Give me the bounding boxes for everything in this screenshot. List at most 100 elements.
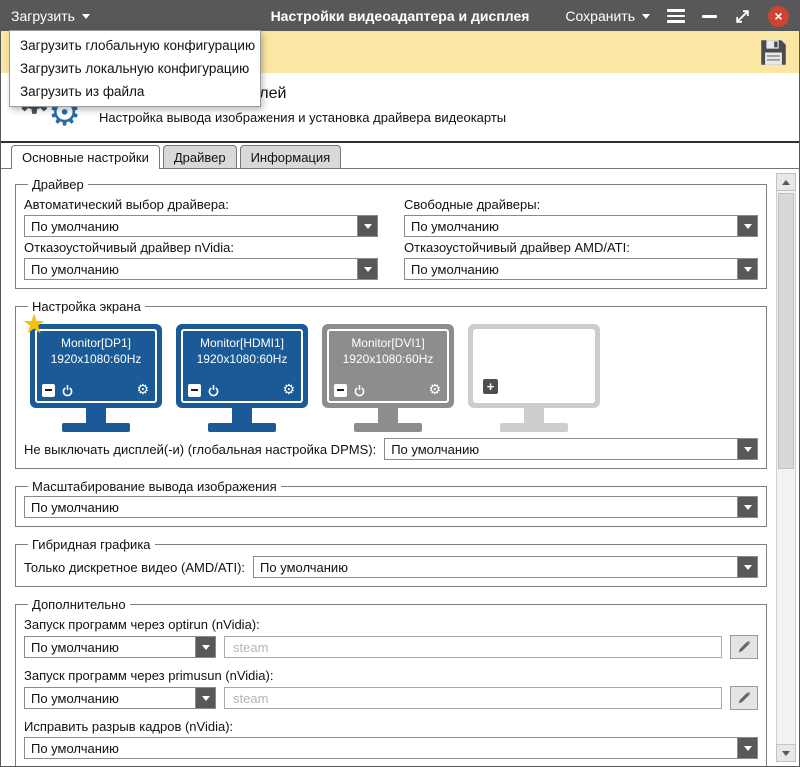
load-menu-button[interactable]: Загрузить	[11, 8, 90, 24]
menu-item-load-global-config[interactable]: Загрузить глобальную конфигурацию	[10, 34, 260, 57]
scaling-combobox[interactable]: По умолчанию	[24, 496, 758, 518]
optirun-programs-input[interactable]	[224, 636, 722, 658]
monitor-hdmi1[interactable]: Monitor[HDMI1] 1920x1080:60Hz ⚙	[176, 324, 308, 432]
optirun-combobox[interactable]: По умолчанию	[24, 636, 216, 658]
monitor-resolution: 1920x1080:60Hz	[37, 352, 155, 366]
extra-group-legend: Дополнительно	[28, 597, 130, 612]
free-drivers-label: Свободные драйверы:	[404, 197, 758, 212]
power-icon[interactable]	[207, 384, 220, 397]
hybrid-group: Гибридная графика Только дискретное виде…	[15, 537, 767, 587]
primusrun-combobox[interactable]: По умолчанию	[24, 687, 216, 709]
load-dropdown-menu: Загрузить глобальную конфигурацию Загруз…	[9, 30, 261, 107]
tearing-label: Исправить разрыв кадров (nVidia):	[24, 719, 758, 734]
monitor-base	[500, 423, 568, 432]
chevron-down-icon[interactable]	[737, 259, 757, 279]
monitor-dvi1[interactable]: Monitor[DVI1] 1920x1080:60Hz ⚙	[322, 324, 454, 432]
page-subtitle: Настройка вывода изображения и установка…	[99, 110, 506, 125]
driver-group: Драйвер Автоматический выбор драйвера: П…	[15, 177, 767, 289]
tab-driver[interactable]: Драйвер	[163, 145, 237, 168]
auto-driver-combobox[interactable]: По умолчанию	[24, 215, 378, 237]
chevron-down-icon[interactable]	[737, 439, 757, 459]
main-content: Драйвер Автоматический выбор драйвера: П…	[1, 169, 799, 766]
scroll-up-icon[interactable]	[776, 173, 796, 191]
chevron-down-icon[interactable]	[737, 738, 757, 758]
auto-driver-value: По умолчанию	[25, 216, 357, 236]
save-menu-label: Сохранить	[565, 8, 635, 24]
primary-star-icon: ★	[22, 311, 46, 338]
chevron-down-icon[interactable]	[357, 216, 377, 236]
titlebar-controls: Сохранить ×	[565, 6, 789, 27]
monitor-remove-icon[interactable]	[188, 384, 201, 397]
tearing-value: По умолчанию	[25, 738, 737, 758]
discrete-video-value: По умолчанию	[254, 557, 737, 577]
monitor-dp1[interactable]: ★ Monitor[DP1] 1920x1080:60Hz	[30, 324, 162, 432]
chevron-down-icon[interactable]	[357, 259, 377, 279]
optirun-value: По умолчанию	[25, 637, 195, 657]
dpms-combobox[interactable]: По умолчанию	[384, 438, 758, 460]
nvidia-fallback-combobox[interactable]: По умолчанию	[24, 258, 378, 280]
monitor-stand	[232, 408, 252, 423]
dpms-value: По умолчанию	[385, 439, 737, 459]
save-floppy-icon[interactable]	[758, 37, 789, 68]
monitor-add-icon[interactable]: +	[483, 379, 498, 394]
monitor-base	[62, 423, 130, 432]
scrollbar-thumb[interactable]	[778, 193, 794, 469]
screen-group: Настройка экрана ★ Monitor[DP1] 1920x108…	[15, 299, 767, 469]
discrete-video-combobox[interactable]: По умолчанию	[253, 556, 758, 578]
nvidia-fallback-value: По умолчанию	[25, 259, 357, 279]
tab-info[interactable]: Информация	[240, 145, 342, 168]
scaling-value: По умолчанию	[25, 497, 737, 517]
free-drivers-value: По умолчанию	[405, 216, 737, 236]
scroll-down-icon[interactable]	[776, 744, 796, 762]
monitor-stand	[378, 408, 398, 423]
chevron-down-icon[interactable]	[737, 216, 757, 236]
minimize-icon[interactable]	[702, 15, 717, 18]
chevron-down-icon[interactable]	[195, 688, 215, 708]
maximize-icon[interactable]	[734, 8, 751, 25]
scaling-group-legend: Масштабирование вывода изображения	[28, 479, 281, 494]
primusrun-value: По умолчанию	[25, 688, 195, 708]
amd-fallback-label: Отказоустойчивый драйвер AMD/ATI:	[404, 240, 758, 255]
save-menu-button[interactable]: Сохранить	[565, 8, 650, 24]
scaling-group: Масштабирование вывода изображения По ум…	[15, 479, 767, 527]
monitor-base	[208, 423, 276, 432]
monitor-stand	[524, 408, 544, 423]
power-icon[interactable]	[353, 384, 366, 397]
primusrun-programs-input[interactable]	[224, 687, 722, 709]
monitor-list: ★ Monitor[DP1] 1920x1080:60Hz	[30, 324, 758, 432]
driver-group-legend: Драйвер	[28, 177, 88, 192]
monitor-remove-icon[interactable]	[334, 384, 347, 397]
tab-main-settings[interactable]: Основные настройки	[11, 145, 160, 169]
close-icon[interactable]: ×	[768, 6, 789, 27]
edit-pencil-icon[interactable]	[730, 686, 758, 710]
chevron-down-icon[interactable]	[737, 557, 757, 577]
chevron-down-icon	[642, 14, 650, 19]
monitor-name: Monitor[DVI1]	[329, 336, 447, 350]
amd-fallback-value: По умолчанию	[405, 259, 737, 279]
monitor-settings-gear-icon[interactable]: ⚙	[282, 383, 295, 397]
monitor-settings-gear-icon[interactable]: ⚙	[136, 383, 149, 397]
power-icon[interactable]	[61, 384, 74, 397]
monitor-base	[354, 423, 422, 432]
monitor-name: Monitor[HDMI1]	[183, 336, 301, 350]
monitor-stand	[86, 408, 106, 423]
vertical-scrollbar[interactable]	[776, 173, 796, 762]
edit-pencil-icon[interactable]	[730, 635, 758, 659]
auto-driver-label: Автоматический выбор драйвера:	[24, 197, 378, 212]
load-menu-label: Загрузить	[11, 8, 75, 24]
tab-bar: Основные настройки Драйвер Информация	[1, 143, 799, 169]
monitor-name: Monitor[DP1]	[37, 336, 155, 350]
chevron-down-icon[interactable]	[737, 497, 757, 517]
monitor-settings-gear-icon[interactable]: ⚙	[428, 383, 441, 397]
free-drivers-combobox[interactable]: По умолчанию	[404, 215, 758, 237]
monitor-add-slot[interactable]: +	[468, 324, 600, 432]
chevron-down-icon[interactable]	[195, 637, 215, 657]
menu-item-load-from-file[interactable]: Загрузить из файла	[10, 80, 260, 103]
app-window: Настройки видеоадаптера и дисплея Загруз…	[0, 0, 800, 767]
tearing-combobox[interactable]: По умолчанию	[24, 737, 758, 759]
menu-item-load-local-config[interactable]: Загрузить локальную конфигурацию	[10, 57, 260, 80]
monitor-remove-icon[interactable]	[42, 384, 55, 397]
dpms-label: Не выключать дисплей(-и) (глобальная нас…	[24, 442, 376, 457]
amd-fallback-combobox[interactable]: По умолчанию	[404, 258, 758, 280]
hamburger-menu-icon[interactable]	[667, 9, 685, 23]
